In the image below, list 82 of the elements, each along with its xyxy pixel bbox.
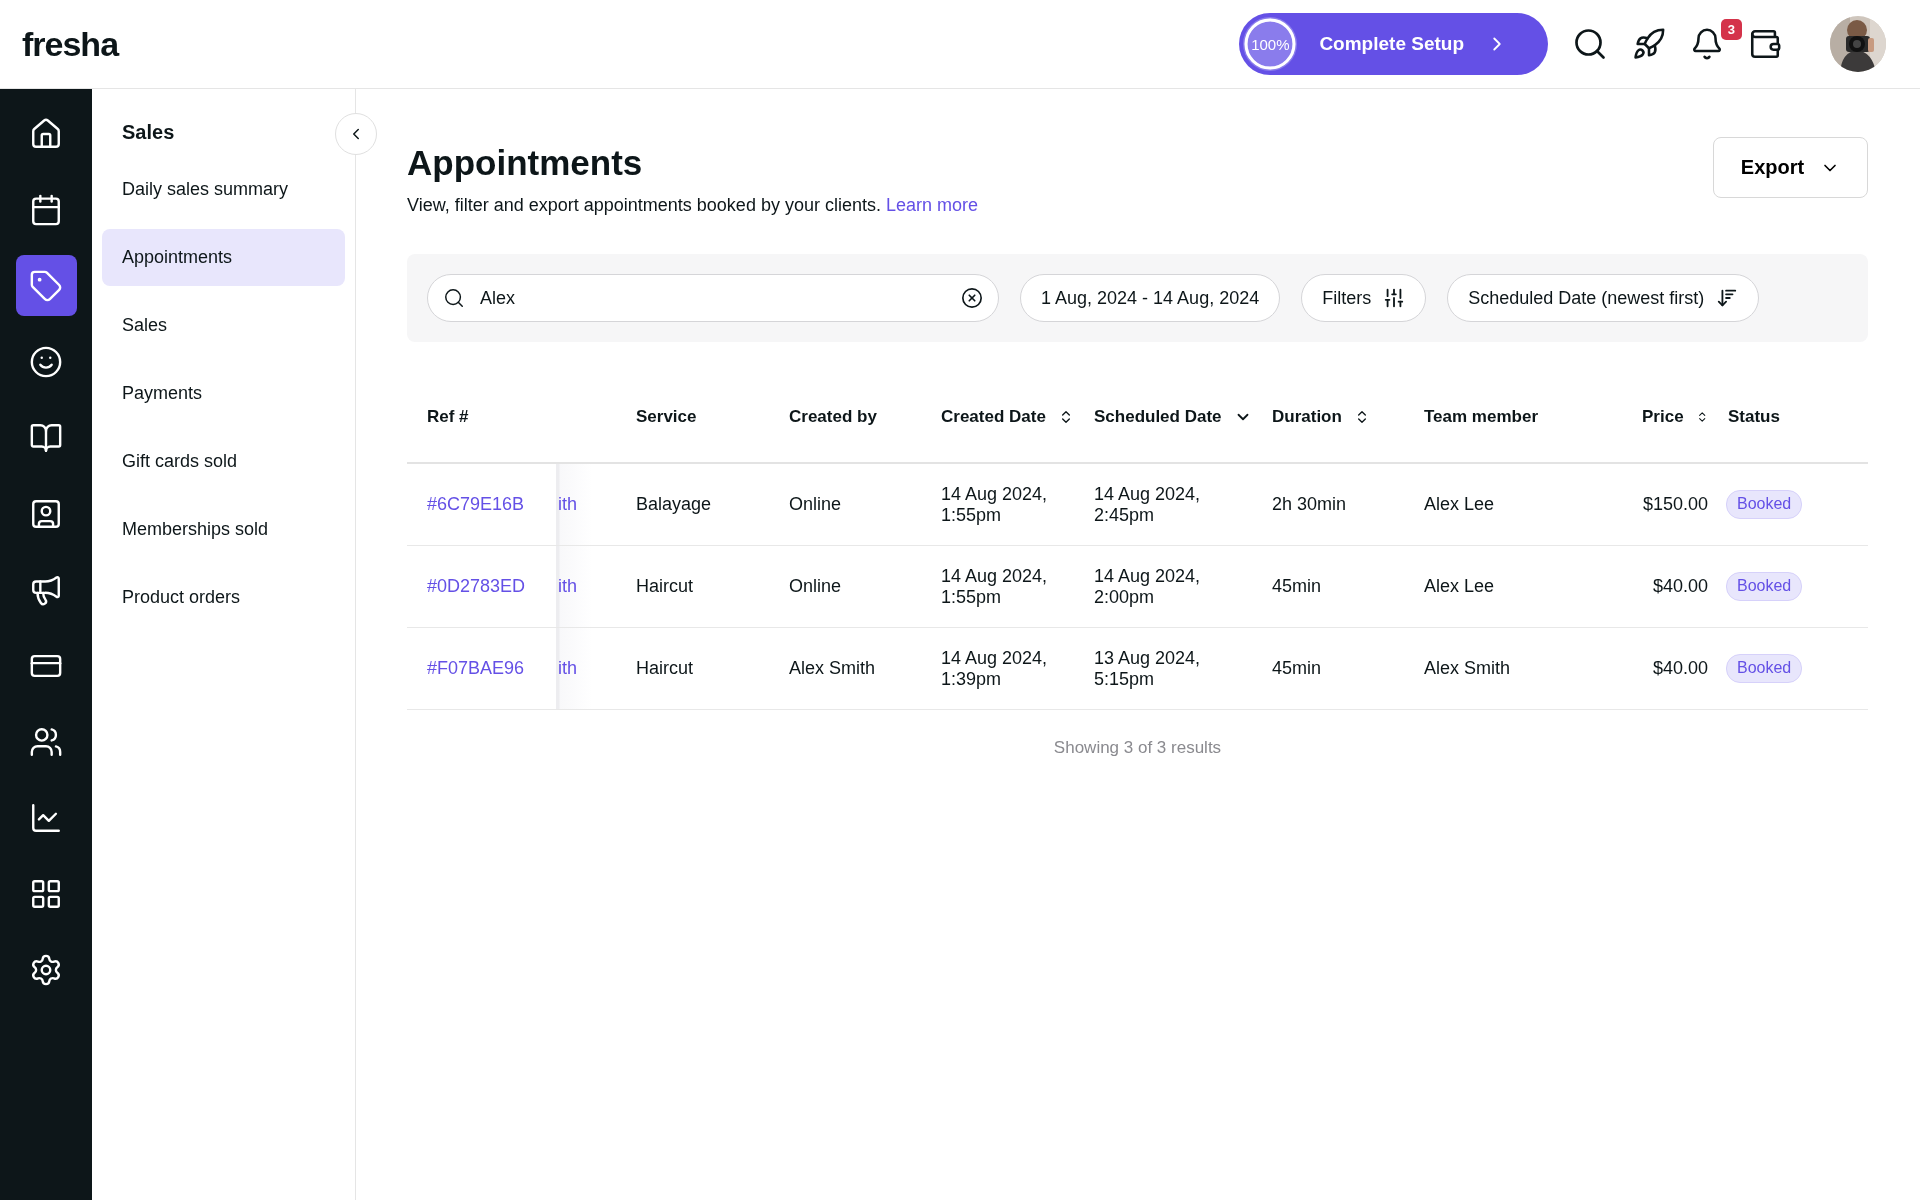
settings-icon [29,952,63,987]
logo: fresha [22,24,120,64]
search-icon [1572,26,1608,62]
learn-more-link[interactable]: Learn more [885,195,979,215]
table-cell-text: Online [788,494,843,515]
export-label: Export [1740,156,1805,179]
complete-setup-button[interactable]: 100% Complete Setup [1239,13,1548,75]
table-cell-text: 2h 30min [1271,494,1348,515]
sidebar-item[interactable]: Memberships sold [102,501,345,558]
column-header: Service [636,407,697,427]
progress-percent: 100% [1251,35,1290,53]
calendar-icon [29,192,63,227]
search-button[interactable] [1572,26,1608,62]
rocket-icon [1632,27,1666,61]
table-cell-text: Alex Lee [1423,576,1496,597]
tag-icon [29,268,63,303]
sort-icon [1716,287,1739,309]
table-cell-text: Alex Smith [788,658,877,679]
table-cell: ith [558,494,577,515]
column-header[interactable]: Price [1642,407,1684,427]
column-header: Status [1728,407,1780,427]
search-icon [443,287,465,309]
table-cell-text: 45min [1271,658,1323,679]
bell-icon [1690,27,1724,61]
sidebar-item[interactable]: Daily sales summary [102,161,345,218]
tag-button[interactable] [15,255,77,316]
table-cell-text: $40.00 [1651,658,1708,679]
export-button[interactable]: Export [1713,137,1868,198]
ref-link[interactable]: #6C79E16B [407,494,556,515]
table-cell: ith [558,658,577,679]
table-cell-text: 14 Aug 2024, 1:55pm [940,565,1049,608]
sidebar-item[interactable]: Gift cards sold [102,433,345,490]
home-icon [29,116,63,151]
table-cell-text: 13 Aug 2024, 5:15pm [1093,647,1202,690]
column-header: Team member [1424,407,1538,427]
clear-icon[interactable] [961,287,983,309]
status-badge: Booked [1726,654,1803,683]
notifications-button[interactable] [1690,27,1724,61]
setup-label: Complete Setup [1319,33,1464,55]
page-description: View, filter and export appointments booked by your clients. Learn more [407,195,979,216]
sidebar-item[interactable]: Appointments [102,229,345,286]
table-cell-text: 14 Aug 2024, 2:45pm [1093,483,1202,526]
sidebar-item[interactable]: Sales [102,297,345,354]
column-header[interactable]: Scheduled Date [1094,407,1222,427]
table-cell-text: Haircut [635,576,694,597]
table-cell-text: $40.00 [1651,576,1708,597]
ref-link[interactable]: #0D2783ED [407,576,556,597]
wallet-button[interactable] [1748,27,1782,61]
table-cell-text: 45min [1271,576,1323,597]
date-range-button[interactable]: 1 Aug, 2024 - 14 Aug, 2024 [1020,274,1281,322]
column-header: Ref # [427,407,469,427]
table-cell-text: Balayage [635,494,713,515]
notification-badge: 3 [1720,19,1742,40]
sliders-icon [1383,287,1406,309]
table-cell-text: Online [788,576,843,597]
filters-label: Filters [1322,287,1372,309]
table-cell-text: Haircut [635,658,694,679]
table-cell-text: Alex Smith [1423,658,1512,679]
page-title: Appointments [407,143,644,183]
search-field[interactable]: Alex [427,274,999,322]
column-header[interactable]: Created Date [941,407,1046,427]
filters-button[interactable]: Filters [1301,274,1427,322]
smiley-icon [29,344,63,379]
sort-label: Scheduled Date (newest first) [1468,287,1705,309]
wallet-icon [1748,27,1782,61]
sidebar-title: Sales [121,120,176,145]
rocket-button[interactable] [1632,27,1666,61]
status-badge: Booked [1726,490,1803,519]
results-count: Showing 3 of 3 results [1052,738,1223,758]
column-header: Created by [789,407,877,427]
ref-link[interactable]: #F07BAE96 [407,658,556,679]
table-cell-text: $150.00 [1641,494,1708,515]
table-cell-text: Alex Lee [1423,494,1496,515]
table-cell-text: 14 Aug 2024, 2:00pm [1093,565,1202,608]
column-header[interactable]: Duration [1272,407,1342,427]
sidebar-item[interactable]: Product orders [102,569,345,626]
status-badge: Booked [1726,572,1803,601]
table-cell: ith [558,576,577,597]
sort-button[interactable]: Scheduled Date (newest first) [1447,274,1760,322]
table-cell-text: 14 Aug 2024, 1:55pm [940,483,1049,526]
sidebar-item[interactable]: Payments [102,365,345,422]
table-cell-text: 14 Aug 2024, 1:39pm [940,647,1049,690]
